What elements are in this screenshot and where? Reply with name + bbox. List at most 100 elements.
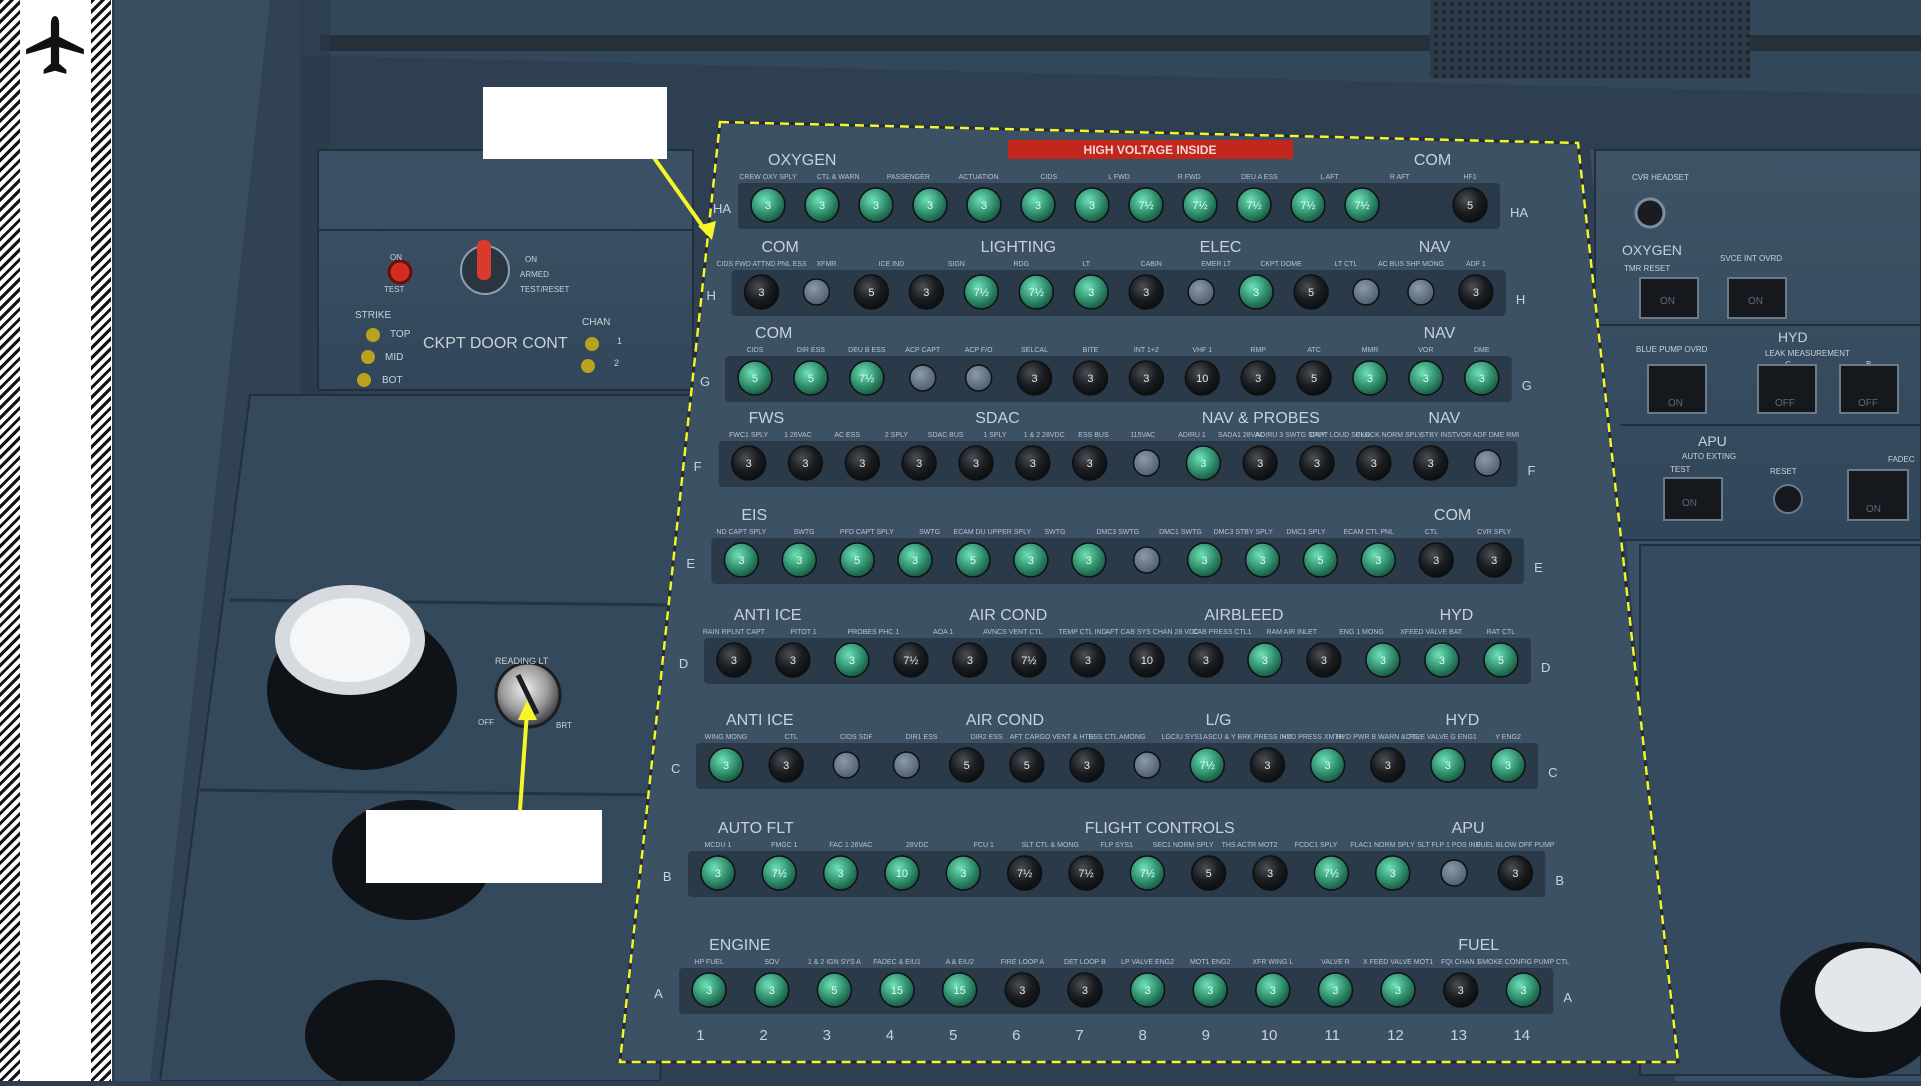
breaker-rating-d-10: 3 xyxy=(1262,655,1268,667)
breaker-strip-c xyxy=(696,743,1539,789)
breaker-g-4[interactable] xyxy=(908,364,937,392)
breaker-f-8[interactable] xyxy=(1132,449,1161,477)
row-letter-right-ha: HA xyxy=(1510,205,1528,220)
row-letter-right-h: H xyxy=(1516,292,1525,307)
breaker-rating-h-11: 5 xyxy=(1308,287,1314,299)
blue-pump-on: ON xyxy=(1668,398,1683,409)
svce-int-on: ON xyxy=(1748,296,1763,307)
group-title-b-1: FLIGHT CONTROLS xyxy=(1085,820,1235,837)
sub-label-f-1: 1 26VAC xyxy=(784,432,812,439)
breaker-rating-g-7: 3 xyxy=(1087,373,1093,385)
breaker-rating-ha-1: 3 xyxy=(765,200,771,212)
breaker-c-3[interactable] xyxy=(832,751,861,779)
breaker-rating-d-2: 3 xyxy=(790,655,796,667)
column-number-9: 9 xyxy=(1202,1027,1210,1044)
row-letter-right-f: F xyxy=(1528,463,1536,478)
group-title-d-2: AIRBLEED xyxy=(1204,607,1283,624)
row-letter-left-d: D xyxy=(679,656,688,671)
breaker-rating-b-1: 3 xyxy=(715,868,721,880)
sub-label-g-12: VOR xyxy=(1418,347,1433,354)
column-number-7: 7 xyxy=(1075,1027,1083,1044)
group-title-d-1: AIR COND xyxy=(969,607,1047,624)
breaker-strip-d xyxy=(703,638,1531,684)
strike-top-label: TOP xyxy=(390,329,411,340)
column-number-6: 6 xyxy=(1012,1027,1020,1044)
sub-label-c-0: WING MONG xyxy=(705,734,748,741)
breaker-f-14[interactable] xyxy=(1473,449,1502,477)
sub-label-f-3: 2 SPLY xyxy=(885,432,909,439)
group-title-e-1: COM xyxy=(1434,507,1471,524)
sub-label-ha-7: DEU A ESS xyxy=(1241,174,1278,181)
breaker-rating-a-10: 3 xyxy=(1270,985,1276,997)
breaker-h-12[interactable] xyxy=(1352,278,1380,306)
sub-label-b-6: FLP SYS1 xyxy=(1100,842,1133,849)
breaker-h-9[interactable] xyxy=(1187,278,1215,306)
sub-label-e-1: SWTG xyxy=(794,529,815,536)
breaker-g-5[interactable] xyxy=(964,364,993,392)
row-letter-right-g: G xyxy=(1522,378,1532,393)
sub-label-b-10: FLAC1 NORM SPLY xyxy=(1350,842,1415,849)
sub-label-b-9: FCDC1 SPLY xyxy=(1295,842,1338,849)
breaker-c-8[interactable] xyxy=(1133,751,1161,779)
column-number-14: 14 xyxy=(1513,1027,1530,1044)
breaker-h-2[interactable] xyxy=(802,278,831,306)
group-title-c-1: AIR COND xyxy=(966,712,1044,729)
group-title-b-0: AUTO FLT xyxy=(718,820,794,837)
sub-label-a-11: X FEED VALVE MOT1 xyxy=(1363,959,1433,966)
breaker-rating-d-13: 3 xyxy=(1439,655,1445,667)
breaker-rating-f-6: 3 xyxy=(1030,458,1036,470)
breaker-rating-f-3: 3 xyxy=(859,458,865,470)
door-test-light[interactable] xyxy=(387,259,413,285)
group-title-a-1: FUEL xyxy=(1458,937,1499,954)
sub-label-ha-8: L AFT xyxy=(1320,174,1339,181)
sub-label-c-6: ESS CTL AMONG xyxy=(1089,734,1146,741)
row-letter-left-a: A xyxy=(654,986,663,1001)
column-number-1: 1 xyxy=(696,1027,704,1044)
breaker-rating-a-3: 5 xyxy=(831,985,837,997)
breaker-rating-ha-3: 3 xyxy=(873,200,879,212)
sub-label-a-5: FIRE LOOP A xyxy=(1001,959,1045,966)
strike-bot-light xyxy=(357,373,371,387)
sub-label-e-3: SWTG xyxy=(919,529,940,536)
group-title-d-3: HYD xyxy=(1440,607,1474,624)
sub-label-h-9: LT CTL xyxy=(1335,261,1358,268)
sub-label-e-0: ND CAPT SPLY xyxy=(716,529,766,536)
sub-label-g-3: ACP CAPT xyxy=(905,347,941,354)
breaker-rating-b-12: 3 xyxy=(1390,868,1396,880)
sub-label-f-8: 115VAC xyxy=(1130,432,1155,439)
breaker-c-4[interactable] xyxy=(892,751,921,779)
sub-label-ha-4: CIDS xyxy=(1040,174,1057,181)
sub-label-b-5: SLT CTL & MONG xyxy=(1021,842,1078,849)
breaker-rating-f-4: 3 xyxy=(916,458,922,470)
breaker-rating-f-1: 3 xyxy=(746,458,752,470)
breaker-rating-h-5: 7½ xyxy=(974,287,989,299)
breaker-h-13[interactable] xyxy=(1407,278,1435,306)
sub-label-ha-6: R FWD xyxy=(1178,174,1201,181)
sub-label-b-0: MCDU 1 xyxy=(704,842,731,849)
sub-label-g-8: VHF 1 xyxy=(1192,347,1212,354)
sub-label-c-2: CIDS SDF xyxy=(840,734,873,741)
breaker-b-13[interactable] xyxy=(1440,859,1468,887)
group-title-h-2: ELEC xyxy=(1200,239,1242,256)
apu-reset-button[interactable] xyxy=(1773,484,1803,514)
sub-label-ha-10: HF1 xyxy=(1463,174,1476,181)
cvr-headset-label: CVR HEADSET xyxy=(1632,173,1689,182)
door-cont-label: CKPT DOOR CONT xyxy=(423,335,568,352)
sub-label-e-4: ECAM DU UPPER SPLY xyxy=(953,529,1031,536)
sub-label-h-4: RDG xyxy=(1013,261,1029,268)
fadec-label: FADEC xyxy=(1888,455,1915,464)
breaker-rating-ha-10: 7½ xyxy=(1246,200,1261,212)
row-letter-left-h: H xyxy=(706,288,715,303)
sub-label-e-2: PFD CAPT SPLY xyxy=(840,529,894,536)
cvr-headset-jack[interactable] xyxy=(1634,197,1666,229)
sub-label-d-4: AVNCS VENT CTL xyxy=(983,629,1042,636)
group-title-g-0: COM xyxy=(755,325,792,342)
sub-label-h-2: ICE IND xyxy=(879,261,905,268)
breaker-e-8[interactable] xyxy=(1132,546,1161,574)
column-number-3: 3 xyxy=(823,1027,831,1044)
group-title-f-3: NAV xyxy=(1428,410,1460,427)
high-voltage-text: HIGH VOLTAGE INSIDE xyxy=(1084,143,1217,157)
column-number-10: 10 xyxy=(1261,1027,1278,1044)
ckpt-door-panel: ON TEST ON ARMED TEST/RESET STRIKE CHAN … xyxy=(317,149,694,391)
sub-label-b-8: THS ACTR MOT2 xyxy=(1222,842,1278,849)
